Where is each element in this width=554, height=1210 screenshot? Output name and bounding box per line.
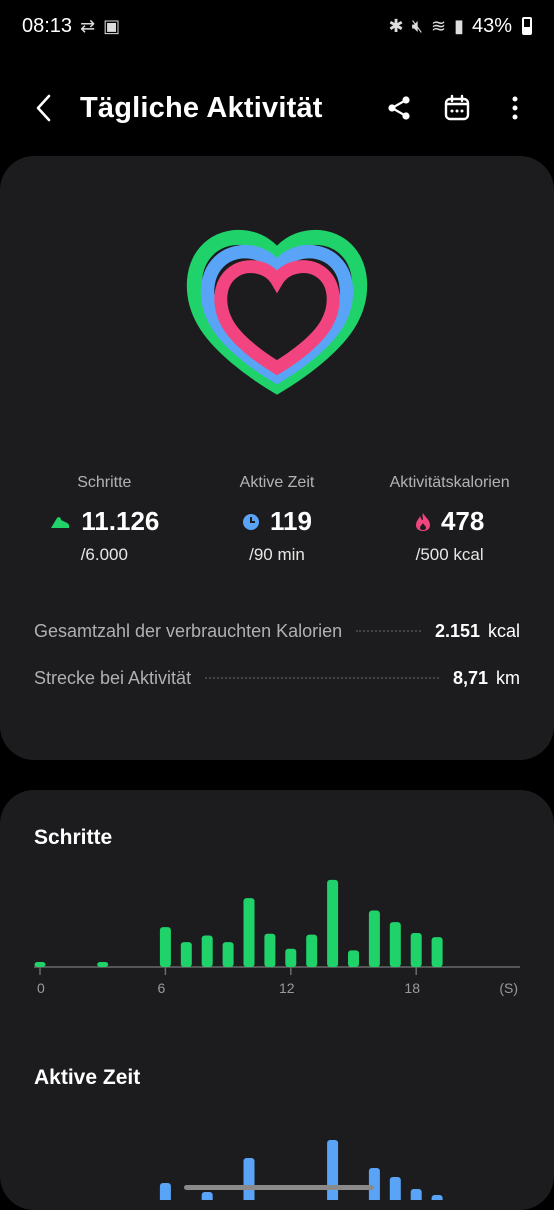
total-calories-value: 2.151 — [435, 621, 480, 642]
battery-percent: 43% — [472, 15, 512, 38]
stat-steps-label: Schritte — [77, 474, 131, 492]
calendar-icon — [443, 94, 471, 122]
battery-icon — [522, 17, 532, 35]
stats-row: Schritte 11.126 /6.000 Aktive Zeit 119 /… — [0, 474, 554, 565]
steps-bar — [223, 942, 234, 967]
status-time: 08:13 — [22, 15, 72, 38]
steps-bar — [160, 927, 171, 967]
stat-active-time-goal: /90 min — [249, 545, 305, 565]
heart-rings-graphic — [172, 226, 382, 416]
more-options-button[interactable] — [496, 89, 534, 127]
stat-steps-goal: /6.000 — [81, 545, 128, 565]
steps-chart[interactable]: 0 6 12 18 (S) — [0, 870, 554, 1080]
x-tick-label: 18 — [404, 980, 420, 996]
distance-value: 8,71 — [453, 668, 488, 689]
stat-active-time-label: Aktive Zeit — [240, 474, 315, 492]
active-time-bar — [432, 1195, 443, 1200]
active-time-bar — [390, 1177, 401, 1200]
data-transfer-icon: ⇄ — [80, 16, 95, 37]
steps-bar — [390, 922, 401, 967]
active-time-bar — [202, 1192, 213, 1200]
screenshot-icon: ▣ — [103, 16, 120, 37]
gesture-nav-bar[interactable] — [184, 1185, 374, 1190]
shoe-icon — [49, 512, 71, 532]
active-time-bar — [244, 1158, 255, 1200]
total-calories-row: Gesamtzahl der verbrauchten Kalorien 2.1… — [34, 614, 520, 648]
steps-section-title: Schritte — [34, 826, 112, 850]
stat-steps-value: 11.126 — [81, 506, 159, 537]
back-arrow-icon — [33, 93, 55, 123]
steps-bar — [97, 962, 108, 967]
activity-charts-card: Schritte 0 6 12 18 (S) Aktive Zeit — [0, 790, 554, 1210]
row-divider — [356, 630, 421, 632]
status-bar: 08:13 ⇄ ▣ ✱ 🔇︎ ≋ ▮ 43% — [0, 0, 554, 52]
share-button[interactable] — [380, 89, 418, 127]
stat-steps[interactable]: Schritte 11.126 /6.000 — [19, 474, 189, 565]
steps-bar — [411, 933, 422, 967]
x-axis-unit: (S) — [499, 980, 518, 996]
steps-bar — [432, 937, 443, 967]
back-button[interactable] — [20, 84, 68, 132]
x-tick-label: 0 — [37, 980, 45, 996]
distance-label: Strecke bei Aktivität — [34, 668, 191, 689]
total-calories-unit: kcal — [488, 621, 520, 642]
status-left: 08:13 ⇄ ▣ — [22, 15, 120, 38]
active-time-bar — [327, 1140, 338, 1200]
stat-calories-value: 478 — [441, 506, 484, 537]
page-title: Tägliche Aktivität — [80, 92, 380, 125]
active-time-bar — [369, 1168, 380, 1200]
wifi-icon: ≋ — [431, 16, 446, 37]
active-time-section-title: Aktive Zeit — [34, 1066, 140, 1090]
steps-bar — [348, 950, 359, 967]
steps-bar — [202, 935, 213, 967]
share-icon — [385, 94, 413, 122]
steps-bar — [35, 962, 46, 967]
activity-summary-card: Schritte 11.126 /6.000 Aktive Zeit 119 /… — [0, 156, 554, 760]
app-bar-actions — [380, 89, 534, 127]
steps-bar — [285, 949, 296, 967]
stat-active-time[interactable]: Aktive Zeit 119 /90 min — [192, 474, 362, 565]
active-time-bar — [411, 1189, 422, 1200]
x-tick-label: 12 — [279, 980, 295, 996]
steps-bar — [181, 942, 192, 967]
stat-calories[interactable]: Aktivitätskalorien 478 /500 kcal — [365, 474, 535, 565]
steps-bar — [369, 911, 380, 967]
app-bar: Tägliche Aktivität — [0, 78, 554, 138]
clock-icon — [242, 513, 260, 531]
stat-active-time-value: 119 — [270, 506, 312, 537]
stat-calories-goal: /500 kcal — [416, 545, 484, 565]
flame-icon — [415, 512, 431, 532]
row-divider — [205, 677, 439, 679]
status-right: ✱ 🔇︎ ≋ ▮ 43% — [389, 15, 532, 38]
steps-bar — [264, 934, 275, 967]
signal-icon: ▮ — [454, 16, 464, 37]
stat-calories-value-row: 478 — [415, 506, 484, 537]
steps-bar — [327, 880, 338, 967]
more-vertical-icon — [510, 94, 520, 122]
active-time-bar — [160, 1183, 171, 1200]
calendar-button[interactable] — [438, 89, 476, 127]
stat-calories-label: Aktivitätskalorien — [390, 474, 510, 492]
distance-unit: km — [496, 668, 520, 689]
activity-heart-rings[interactable] — [172, 226, 382, 416]
steps-bar — [244, 898, 255, 967]
steps-bar — [306, 935, 317, 967]
mute-icon: 🔇︎ — [412, 16, 423, 37]
bluetooth-icon: ✱ — [389, 16, 404, 37]
stat-active-time-value-row: 119 — [242, 506, 312, 537]
stat-steps-value-row: 11.126 — [49, 506, 159, 537]
total-calories-label: Gesamtzahl der verbrauchten Kalorien — [34, 621, 342, 642]
x-tick-label: 6 — [158, 980, 166, 996]
distance-row: Strecke bei Aktivität 8,71 km — [34, 661, 520, 695]
